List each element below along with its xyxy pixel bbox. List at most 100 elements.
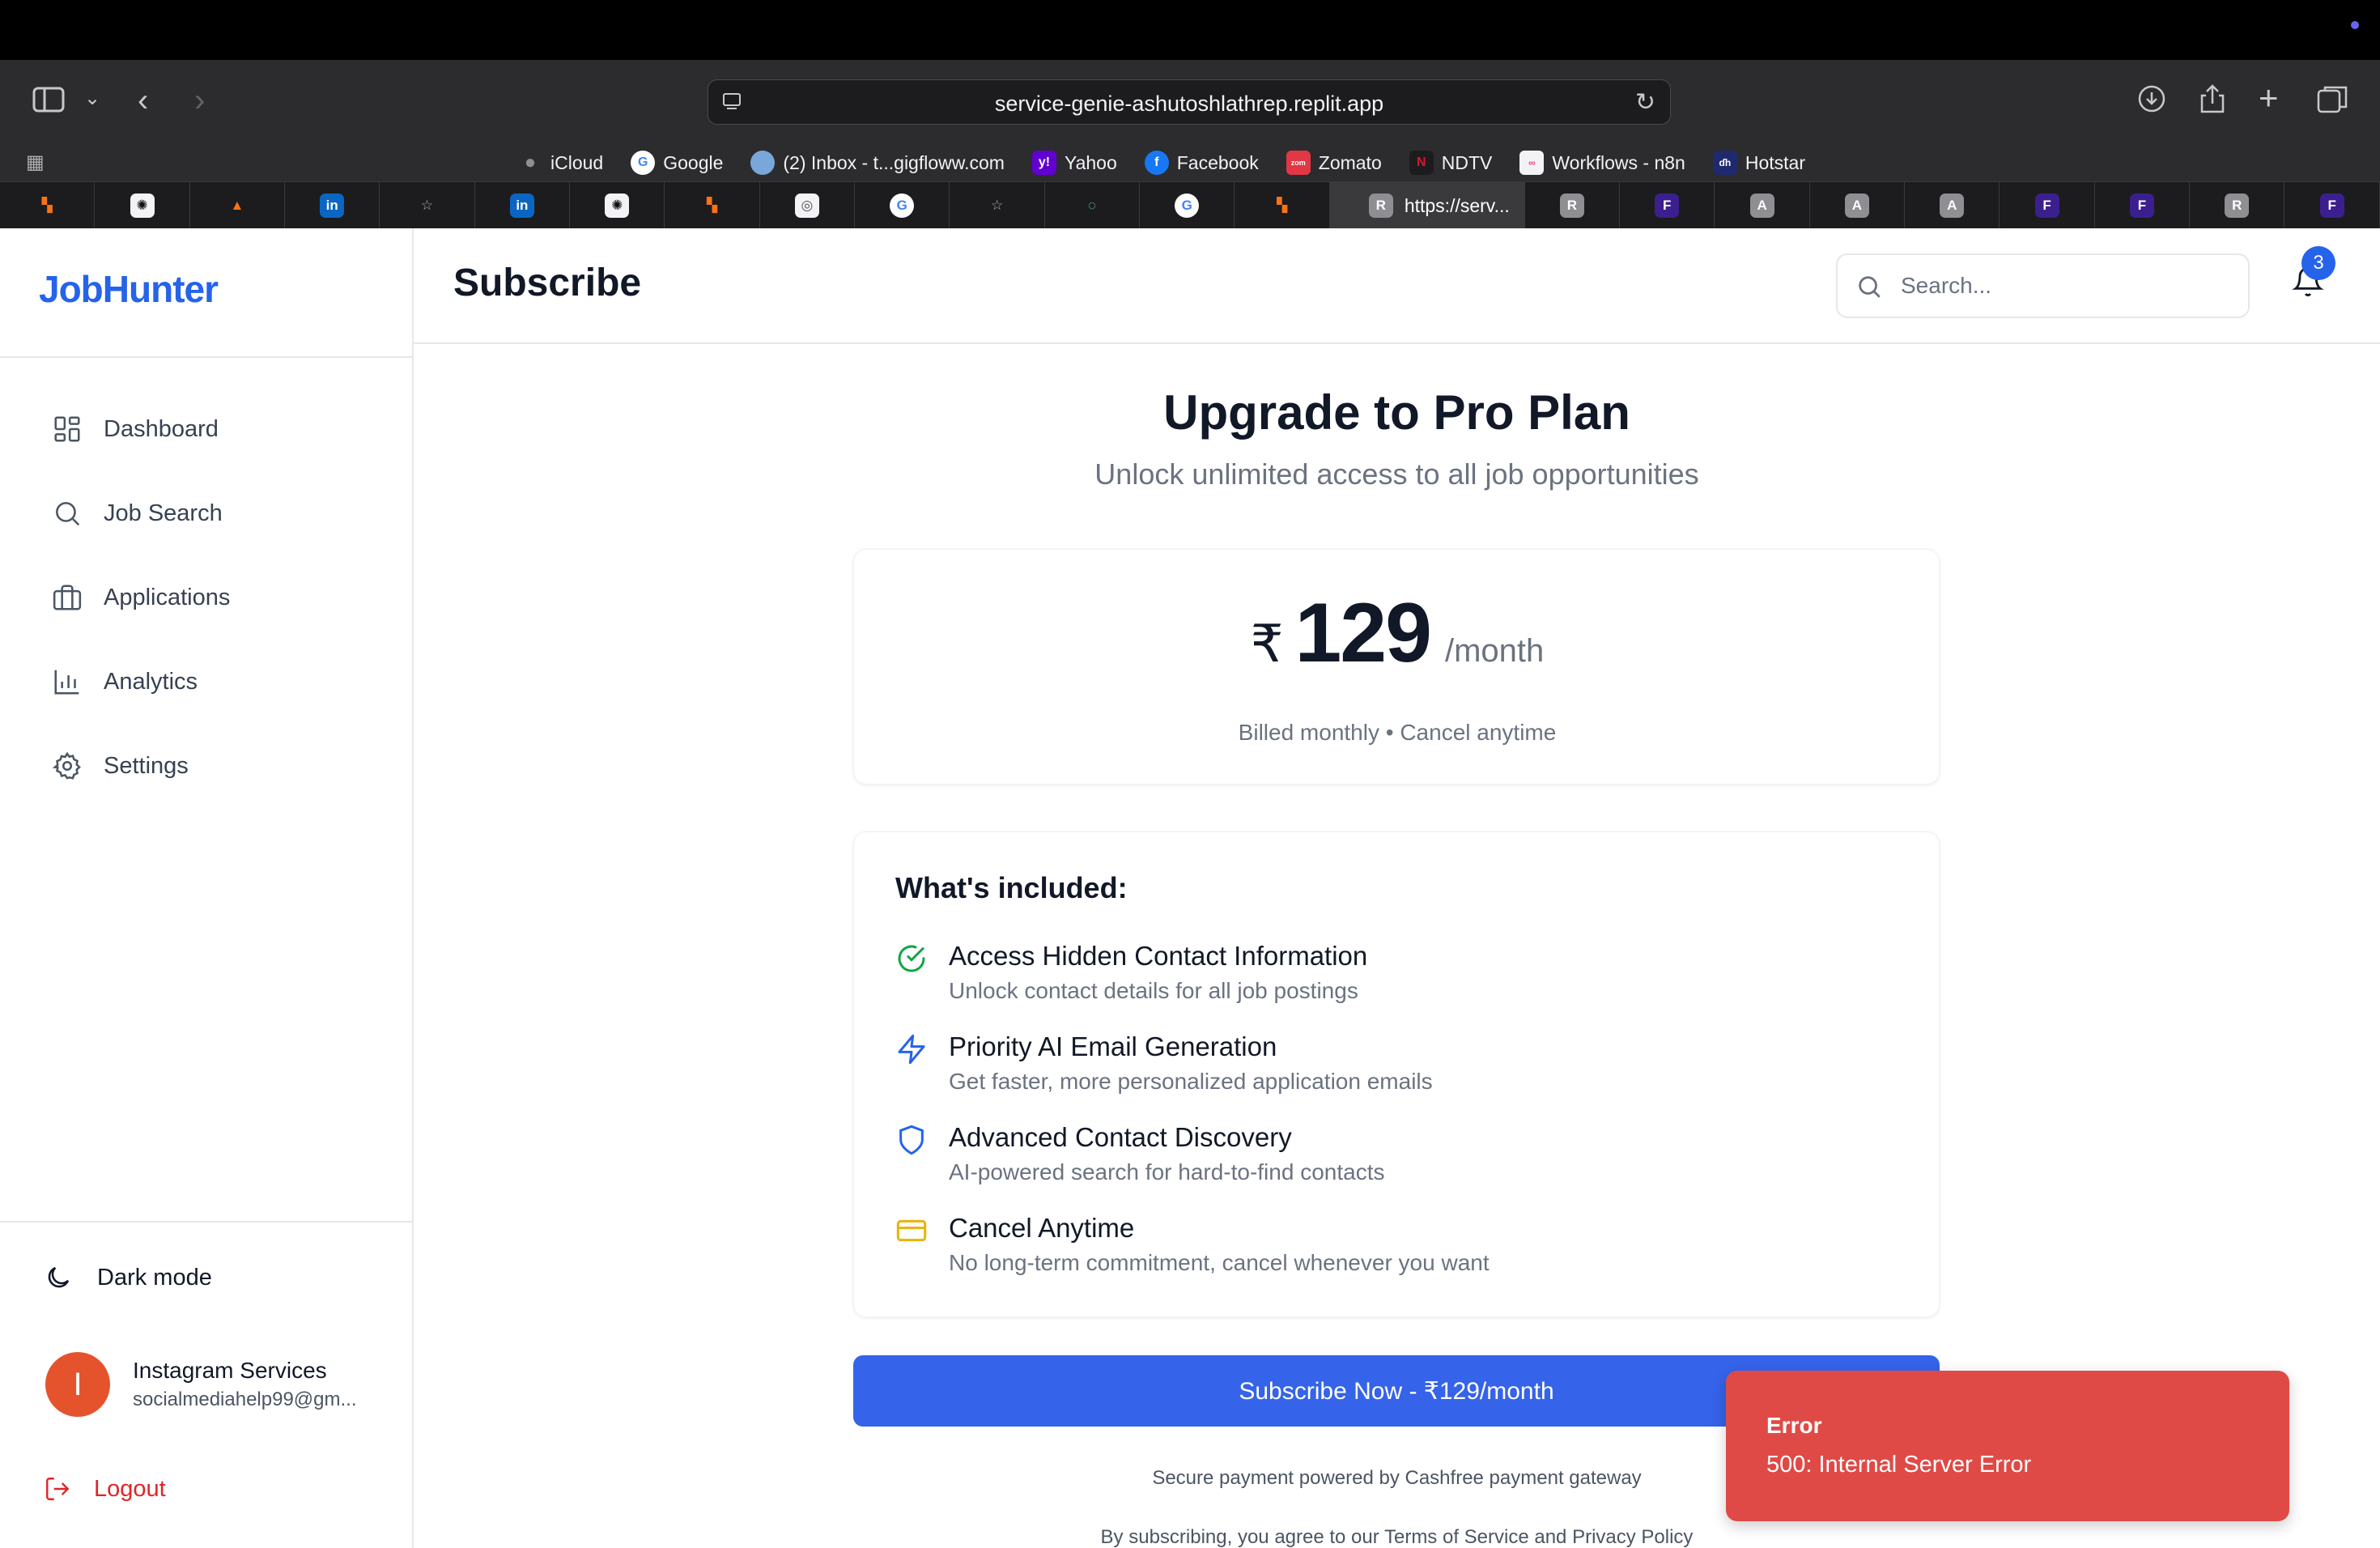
app-root: JobHunter Dashboard Job Search Applicati…: [0, 228, 2380, 1548]
replit-icon: ▚: [1277, 198, 1288, 213]
bar-chart-icon: [54, 670, 79, 695]
sidebar-item-applications[interactable]: Applications: [0, 555, 414, 640]
tab[interactable]: F: [1620, 182, 1715, 229]
price-amount: 129: [1294, 586, 1432, 680]
user-profile[interactable]: I Instagram Services socialmediahelp99@g…: [45, 1352, 357, 1417]
tab-bar: ▚ ✺ ▲ in ☆ in ✺ ▚ ◎ G ☆ ◌ G ▚ Rhttps://s…: [0, 181, 2380, 229]
page-header: Subscribe 3: [414, 228, 2380, 344]
replit-icon: ▚: [707, 198, 718, 213]
sidebar-item-analytics[interactable]: Analytics: [0, 640, 414, 724]
tab-active[interactable]: Rhttps://serv...: [1329, 182, 1525, 229]
tab[interactable]: ◌: [1045, 182, 1141, 229]
feature-title: Advanced Contact Discovery: [949, 1122, 1292, 1152]
apple-icon: ●: [524, 151, 537, 173]
grid-icon[interactable]: ▦: [26, 151, 45, 174]
download-icon[interactable]: [2137, 84, 2166, 118]
share-icon[interactable]: [2199, 83, 2226, 120]
chevron-down-icon[interactable]: ⌄: [84, 89, 100, 108]
bookmark-google[interactable]: G Google: [631, 151, 723, 175]
user-email: socialmediahelp99@gm...: [133, 1389, 357, 1410]
tab-overview-icon[interactable]: [2317, 84, 2348, 118]
triangle-app-icon: ▲: [230, 198, 244, 213]
bookmark-label: Facebook: [1176, 151, 1259, 173]
tab[interactable]: ▚: [665, 182, 760, 229]
dark-mode-toggle[interactable]: Dark mode: [44, 1263, 212, 1292]
feature-title: Access Hidden Contact Information: [949, 941, 1368, 971]
f-app-icon: F: [2319, 194, 2344, 218]
tab[interactable]: ◎: [760, 182, 856, 229]
sidebar-item-settings[interactable]: Settings: [0, 724, 414, 808]
star-icon: ☆: [420, 198, 434, 213]
bookmark-inbox[interactable]: (2) Inbox - t...gigfloww.com: [750, 151, 1005, 175]
address-bar[interactable]: service-genie-ashutoshlathrep.replit.app…: [708, 79, 1671, 125]
feature-item: Priority AI Email Generation Get faster,…: [895, 1031, 1433, 1095]
shield-icon: [899, 1125, 924, 1155]
a-letter-icon: A: [1940, 194, 1965, 218]
a-letter-icon: A: [1844, 194, 1869, 218]
browser-toolbar: ⌄ ‹ › service-genie-ashutoshlathrep.repl…: [0, 60, 2380, 144]
bookmark-label: Zomato: [1318, 151, 1382, 173]
plan-title: Upgrade to Pro Plan: [1163, 385, 1630, 440]
bookmark-hotstar[interactable]: ɗh Hotstar: [1712, 151, 1805, 175]
replit-icon: ▚: [41, 198, 53, 213]
tab[interactable]: ▲: [190, 182, 286, 229]
bookmark-facebook[interactable]: f Facebook: [1144, 151, 1259, 175]
active-tab-label: https://serv...: [1404, 194, 1510, 216]
inbox-icon: [750, 151, 776, 175]
moon-icon: [48, 1266, 70, 1288]
tab[interactable]: ✺: [95, 182, 190, 229]
tab[interactable]: F: [2284, 182, 2380, 229]
bookmark-label: iCloud: [550, 151, 604, 173]
r-letter-icon: R: [2225, 194, 2250, 218]
bookmark-label: Hotstar: [1745, 151, 1805, 173]
feature-item: Advanced Contact Discovery AI-powered se…: [895, 1122, 1384, 1185]
back-icon[interactable]: ‹: [138, 84, 148, 117]
lightning-icon: [898, 1034, 925, 1065]
search-input[interactable]: [1901, 266, 2233, 305]
tab[interactable]: ☆: [950, 182, 1045, 229]
sidebar-item-job-search[interactable]: Job Search: [0, 471, 414, 555]
reload-icon[interactable]: ↻: [1635, 88, 1655, 117]
tab[interactable]: A: [1810, 182, 1906, 229]
tab[interactable]: R: [2190, 182, 2285, 229]
tab[interactable]: A: [1905, 182, 2000, 229]
logout-label: Logout: [94, 1475, 166, 1502]
search-box[interactable]: [1836, 253, 2250, 318]
app-logo[interactable]: JobHunter: [39, 267, 219, 311]
billing-note: Billed monthly • Cancel anytime: [1238, 720, 1557, 745]
search-icon: [1859, 276, 1881, 298]
tab[interactable]: in: [475, 182, 571, 229]
toast-message: 500: Internal Server Error: [1766, 1452, 2032, 1478]
bookmark-n8n[interactable]: ∞ Workflows - n8n: [1519, 151, 1685, 175]
tab[interactable]: ▚: [0, 182, 96, 229]
tab[interactable]: in: [285, 182, 380, 229]
bookmark-icloud[interactable]: ● iCloud: [518, 151, 603, 175]
chrome-icon: ◎: [794, 194, 819, 218]
tab[interactable]: ☆: [380, 182, 475, 229]
tab[interactable]: G: [1140, 182, 1235, 229]
forward-icon[interactable]: ›: [194, 84, 205, 117]
features-card: What's included: Access Hidden Contact I…: [853, 831, 1940, 1317]
sidebar-toggle-icon[interactable]: [32, 86, 65, 118]
tab[interactable]: R: [1525, 182, 1621, 229]
google-icon: G: [890, 194, 915, 218]
new-tab-icon[interactable]: +: [2259, 81, 2279, 115]
hotstar-icon: ɗh: [1712, 151, 1737, 175]
sidebar-item-dashboard[interactable]: Dashboard: [0, 387, 414, 471]
openai-icon: ✺: [130, 194, 155, 218]
error-toast[interactable]: Error 500: Internal Server Error: [1726, 1371, 2289, 1521]
logout-button[interactable]: Logout: [44, 1475, 166, 1503]
tab[interactable]: F: [2095, 182, 2191, 229]
system-top-bar: [0, 0, 2380, 60]
tab[interactable]: A: [1715, 182, 1810, 229]
tab[interactable]: F: [2000, 182, 2095, 229]
credit-card-icon: [896, 1219, 927, 1242]
bookmark-zomato[interactable]: zom Zomato: [1286, 151, 1382, 175]
f-app-icon: F: [2129, 194, 2154, 218]
tab[interactable]: ✺: [570, 182, 665, 229]
bookmark-yahoo[interactable]: y! Yahoo: [1031, 151, 1117, 175]
tab[interactable]: G: [855, 182, 950, 229]
bookmark-ndtv[interactable]: N NDTV: [1409, 151, 1492, 175]
feature-item: Access Hidden Contact Information Unlock…: [895, 941, 1367, 1004]
tab[interactable]: ▚: [1235, 182, 1330, 229]
